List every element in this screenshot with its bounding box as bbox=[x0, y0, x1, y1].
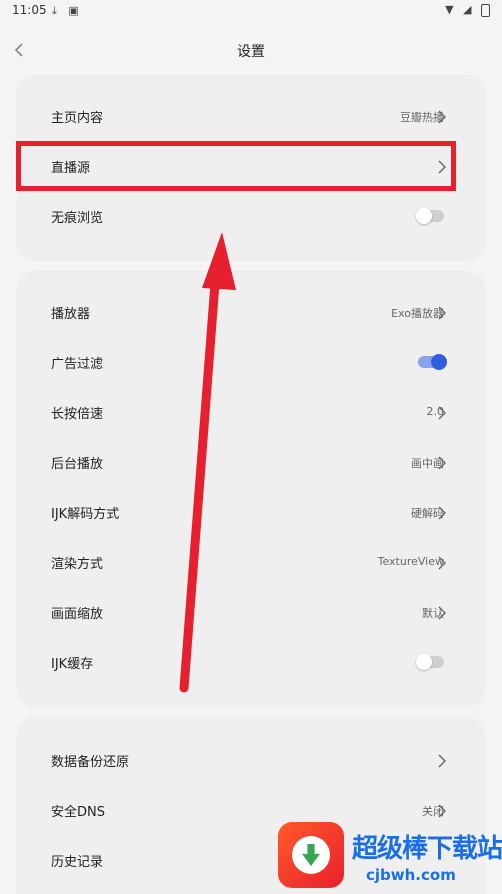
toggle-knob bbox=[416, 654, 432, 670]
chevron-right-icon bbox=[436, 605, 448, 621]
setting-row-home-content[interactable]: 主页内容 豆瓣热播 bbox=[18, 92, 484, 142]
setting-label: 历史记录 bbox=[51, 855, 104, 870]
setting-label: IJK缓存 bbox=[51, 657, 94, 672]
setting-row-ijk-decode[interactable]: IJK解码方式 硬解码 bbox=[18, 488, 484, 538]
watermark-url: cjbwh.com bbox=[366, 866, 456, 884]
watermark-text: 超级棒下载站 bbox=[352, 834, 502, 864]
chevron-right-icon bbox=[436, 753, 448, 769]
chevron-right-icon bbox=[436, 109, 448, 125]
setting-label: 广告过滤 bbox=[51, 357, 104, 372]
setting-label: 后台播放 bbox=[51, 457, 104, 472]
setting-row-live-source[interactable]: 直播源 bbox=[18, 142, 484, 192]
chevron-right-icon bbox=[436, 159, 448, 175]
setting-row-backup-restore[interactable]: 数据备份还原 bbox=[18, 736, 484, 786]
setting-label: IJK解码方式 bbox=[51, 507, 120, 522]
setting-row-long-press-speed[interactable]: 长按倍速 2.0 bbox=[18, 388, 484, 438]
setting-label: 渲染方式 bbox=[51, 557, 104, 572]
battery-icon bbox=[481, 3, 490, 17]
setting-row-render-mode[interactable]: 渲染方式 TextureView bbox=[18, 538, 484, 588]
status-left-icons: ⤓ ▣ bbox=[52, 4, 87, 18]
app-header: 设置 bbox=[0, 30, 502, 70]
setting-row-ad-filter[interactable]: 广告过滤 bbox=[18, 338, 484, 388]
setting-label: 安全DNS bbox=[51, 805, 105, 820]
download-icon: ⤓ bbox=[52, 4, 57, 17]
watermark-logo bbox=[278, 822, 344, 888]
site-watermark: 超级棒下载站 cjbwh.com bbox=[278, 820, 502, 894]
notification-icon: ▣ bbox=[68, 4, 79, 17]
signal-icon: ◢ bbox=[463, 3, 472, 16]
chevron-right-icon bbox=[436, 305, 448, 321]
setting-label: 无痕浏览 bbox=[51, 211, 104, 226]
toggle-knob bbox=[416, 208, 432, 224]
chevron-right-icon bbox=[436, 455, 448, 471]
setting-label: 长按倍速 bbox=[51, 407, 104, 422]
setting-row-background-play[interactable]: 后台播放 画中画 bbox=[18, 438, 484, 488]
settings-section-general: 主页内容 豆瓣热播 直播源 无痕浏览 bbox=[18, 76, 484, 260]
chevron-right-icon bbox=[436, 803, 448, 819]
setting-row-player[interactable]: 播放器 Exo播放器 bbox=[18, 288, 484, 338]
setting-label: 数据备份还原 bbox=[51, 755, 130, 770]
status-right-icons: ▼ ◢ bbox=[439, 3, 490, 17]
setting-row-incognito[interactable]: 无痕浏览 bbox=[18, 192, 484, 242]
incognito-toggle[interactable] bbox=[416, 208, 444, 224]
toggle-knob bbox=[431, 354, 447, 370]
setting-row-ijk-cache[interactable]: IJK缓存 bbox=[18, 638, 484, 688]
chevron-right-icon bbox=[436, 405, 448, 421]
setting-label: 直播源 bbox=[51, 161, 91, 176]
ad-filter-toggle[interactable] bbox=[418, 354, 447, 370]
setting-label: 主页内容 bbox=[51, 111, 104, 126]
page-title: 设置 bbox=[237, 44, 265, 60]
setting-label: 播放器 bbox=[51, 307, 91, 322]
ijk-cache-toggle[interactable] bbox=[416, 654, 444, 670]
setting-label: 画面缩放 bbox=[51, 607, 104, 622]
chevron-right-icon bbox=[436, 505, 448, 521]
settings-section-player: 播放器 Exo播放器 广告过滤 长按倍速 2.0 后台播放 画中画 IJK解码方… bbox=[18, 272, 484, 706]
setting-row-scale[interactable]: 画面缩放 默认 bbox=[18, 588, 484, 638]
setting-value: TextureView bbox=[377, 555, 444, 568]
status-bar: 11:05 ⤓ ▣ ▼ ◢ bbox=[0, 0, 502, 24]
status-time: 11:05 bbox=[12, 3, 47, 17]
chevron-right-icon bbox=[436, 555, 448, 571]
wifi-icon: ▼ bbox=[445, 3, 454, 16]
